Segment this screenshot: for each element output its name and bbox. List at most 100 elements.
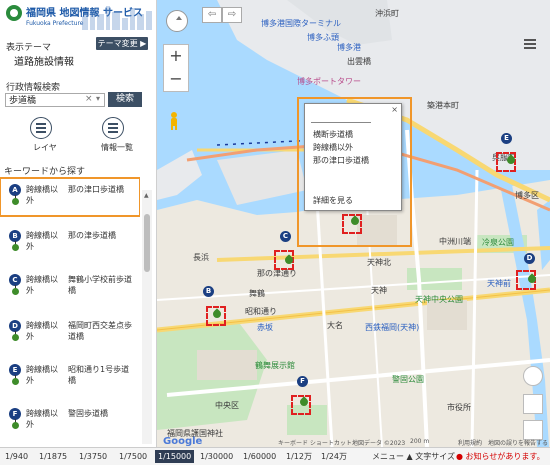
item-type: 跨線橋以外 xyxy=(26,185,58,205)
leaf-pin-icon xyxy=(12,378,19,385)
popup-type: 跨線橋以外 xyxy=(313,143,353,152)
theme-change-button[interactable]: テーマ変更 ▶ xyxy=(96,37,148,50)
scale-option[interactable]: 1/60000 xyxy=(240,450,279,463)
logo-icon xyxy=(6,5,22,21)
menu-button[interactable]: メニュー ▲ 文字サイズ xyxy=(372,450,455,463)
terms-link[interactable]: 利用規約 xyxy=(458,438,482,447)
item-type: 跨線橋以外 xyxy=(26,409,58,429)
leaf-pin-icon xyxy=(12,244,19,251)
list-item[interactable]: C 跨線橋以外 舞鶴小学校前歩道橋 xyxy=(0,268,140,310)
map-label: 冷泉公園 xyxy=(482,238,514,247)
map-label: 沖浜町 xyxy=(375,9,399,18)
item-type: 跨線橋以外 xyxy=(26,321,58,341)
list-icon xyxy=(108,123,118,125)
scale-option[interactable]: 1/30000 xyxy=(197,450,236,463)
menu-lines-icon xyxy=(36,123,46,125)
notice-text: お知らせがあります。 xyxy=(465,452,545,461)
notice-link[interactable]: ● お知らせがあります。 xyxy=(456,450,545,463)
leaf-pin-icon xyxy=(12,334,19,341)
google-logo: Google xyxy=(163,436,203,447)
map-label: 舞鶴 xyxy=(249,289,265,298)
skyline-illustration-icon xyxy=(82,6,152,30)
info-list-button[interactable] xyxy=(102,117,124,139)
popup-category: 横断歩道橋 xyxy=(313,130,353,139)
pan-control-icon[interactable] xyxy=(166,10,188,32)
list-item[interactable]: B 跨線橋以外 那の津歩道橋 xyxy=(0,224,140,266)
zoom-in-button[interactable]: + xyxy=(164,45,188,68)
clear-icon[interactable]: × xyxy=(85,94,93,104)
scroll-up-icon[interactable]: ▲ xyxy=(144,192,149,199)
list-item[interactable]: A 跨線橋以外 那の津口歩道橋 xyxy=(0,177,140,217)
theme-value: 道路施設情報 xyxy=(14,57,74,68)
left-panel: 福岡県 地図情報 サービス Fukuoka Prefecture 表示テーマ テ… xyxy=(0,0,157,447)
forward-button[interactable]: ⇨ xyxy=(222,7,242,23)
item-type: 跨線橋以外 xyxy=(26,275,58,295)
scale-option-active[interactable]: 1/15000 xyxy=(155,450,195,463)
map-label: 天神 xyxy=(371,286,387,295)
detail-link[interactable]: 詳細を見る xyxy=(313,195,353,206)
info-popup: × 横断歩道橋 跨線橋以外 那の津口歩道橋 詳細を見る xyxy=(304,103,402,211)
shortcut-link[interactable]: キーボード ショートカット xyxy=(278,438,352,447)
leaf-pin-icon xyxy=(12,288,19,295)
leaf-pin-icon xyxy=(12,422,19,429)
item-name: 昭和通り1号歩道橋 xyxy=(68,365,130,385)
item-name: 那の津口歩道橋 xyxy=(68,185,124,194)
map-scale: 200 m xyxy=(410,438,430,445)
map-label: 出雲橋 xyxy=(347,57,371,66)
map-label: 博多港国際ターミナル xyxy=(261,19,341,28)
map-label: 中洲川端 xyxy=(439,237,471,246)
header: 福岡県 地図情報 サービス Fukuoka Prefecture xyxy=(0,0,156,34)
map-pin-badge-icon[interactable]: B xyxy=(203,286,214,297)
menu-label: メニュー xyxy=(372,452,404,461)
map-label: 西鉄福岡(天神) xyxy=(365,323,420,332)
scale-option[interactable]: 1/7500 xyxy=(116,450,150,463)
info-list-label: 情報一覧 xyxy=(101,143,133,152)
map-label: 鶴舞展示館 xyxy=(255,361,295,370)
layers-icon[interactable] xyxy=(523,394,543,414)
map-pin-badge-icon[interactable]: E xyxy=(501,133,512,144)
zoom-control: + − xyxy=(163,44,189,92)
scale-option[interactable]: 1/3750 xyxy=(76,450,110,463)
search-button[interactable]: 検索 xyxy=(108,92,142,107)
map-label: 天神中央公園 xyxy=(415,295,463,304)
scale-option[interactable]: 1/940 xyxy=(2,450,31,463)
text-size-label: 文字サイズ xyxy=(415,452,456,461)
back-button[interactable]: ⇦ xyxy=(202,7,222,23)
pegman-icon[interactable] xyxy=(169,112,179,130)
layer-button[interactable] xyxy=(30,117,52,139)
map-label: 市役所 xyxy=(447,403,471,412)
zoom-out-button[interactable]: − xyxy=(164,68,188,91)
map-pin-badge-icon[interactable]: F xyxy=(297,376,308,387)
map-label: 赤坂 xyxy=(257,323,273,332)
map-label: 博多ふ頭 xyxy=(307,33,339,42)
list-item[interactable]: E 跨線橋以外 昭和通り1号歩道橋 xyxy=(0,358,140,400)
map-label: 築港本町 xyxy=(427,101,459,110)
scale-option[interactable]: 1/12万 xyxy=(283,450,315,463)
map-label: 博多港 xyxy=(337,43,361,52)
settings-icon[interactable] xyxy=(523,420,543,440)
list-item[interactable]: D 跨線橋以外 福岡町西交差点歩道橋 xyxy=(0,314,140,356)
map-label: 昭和通り xyxy=(245,307,277,316)
map-label: 中央区 xyxy=(215,401,239,410)
scale-option[interactable]: 1/24万 xyxy=(318,450,350,463)
map-label: 博多区 xyxy=(515,191,539,200)
layer-label: レイヤ xyxy=(33,143,57,152)
map-data-attribution: 地図データ ©2023 xyxy=(352,440,406,447)
admin-search-label: 行政情報検索 xyxy=(6,83,61,93)
map-pin-badge-icon[interactable]: D xyxy=(524,253,535,264)
locate-icon[interactable] xyxy=(523,366,543,386)
close-icon[interactable]: × xyxy=(391,105,398,114)
map-label: 大名 xyxy=(327,321,343,330)
list-item[interactable]: F 跨線橋以外 警固歩道橋 xyxy=(0,402,140,444)
leaf-pin-icon xyxy=(12,198,19,205)
item-name: 警固歩道橋 xyxy=(68,409,108,418)
scrollbar-thumb[interactable] xyxy=(144,214,150,272)
report-link[interactable]: 地図の誤りを報告する xyxy=(488,438,548,447)
hamburger-menu-icon[interactable] xyxy=(522,36,538,52)
map-label: 天神前 xyxy=(487,279,511,288)
map-label: 天神北 xyxy=(367,258,391,267)
map-pin-badge-icon[interactable]: C xyxy=(280,231,291,242)
scale-option[interactable]: 1/1875 xyxy=(36,450,70,463)
item-name: 福岡町西交差点歩道橋 xyxy=(68,321,132,341)
chevron-down-icon[interactable]: ▾ xyxy=(96,94,100,103)
